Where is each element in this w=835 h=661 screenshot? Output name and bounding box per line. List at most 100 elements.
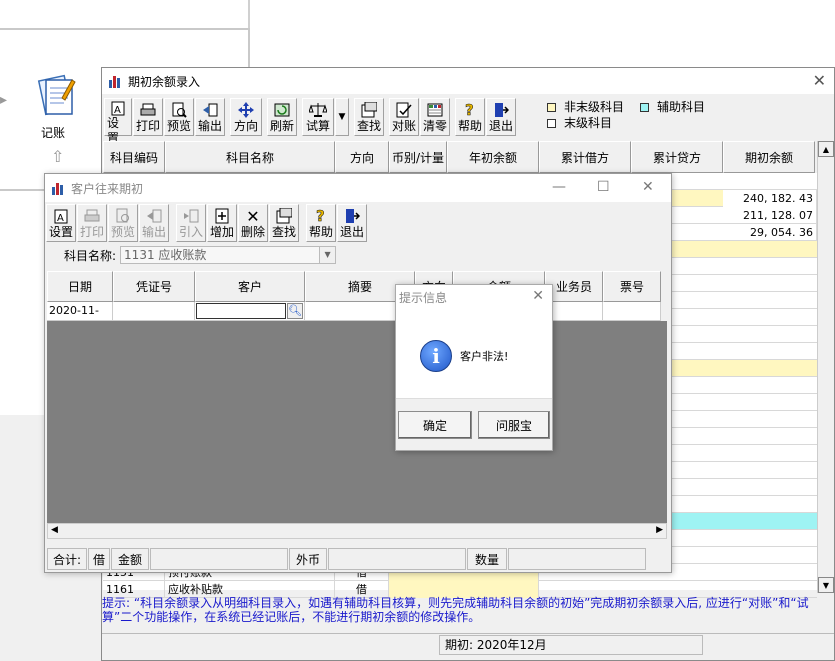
status-period: 期初: 2020年12月 bbox=[439, 635, 703, 655]
toolbar-find-button[interactable]: 查找 bbox=[269, 204, 299, 242]
preview-icon bbox=[170, 101, 188, 119]
col-salesperson[interactable]: 业务员 bbox=[545, 271, 603, 302]
customer-input[interactable] bbox=[196, 303, 286, 319]
app-chart-icon bbox=[109, 76, 120, 88]
app-chart-icon bbox=[52, 183, 63, 195]
reconcile-icon bbox=[395, 101, 413, 119]
col-direction[interactable]: 方向 bbox=[335, 141, 389, 173]
toolbar-preview-button[interactable]: 预览 bbox=[164, 98, 194, 136]
foreign-currency-value bbox=[328, 548, 466, 570]
toolbar-settings-button[interactable]: A 设置 bbox=[104, 98, 132, 145]
col-currency-unit[interactable]: 币别/计量 bbox=[389, 141, 447, 173]
clear-grid-icon bbox=[426, 101, 444, 119]
toolbar-help-button[interactable]: ? 帮助 bbox=[306, 204, 336, 242]
minimize-icon[interactable]: — bbox=[552, 179, 566, 195]
toolbar-import-button[interactable]: 引入 bbox=[176, 204, 206, 242]
col-cumulative-credit[interactable]: 累计贷方 bbox=[631, 141, 723, 173]
info-icon: i bbox=[420, 340, 452, 372]
total-amount-value bbox=[150, 548, 288, 570]
toolbar-clear-button[interactable]: 清零 bbox=[420, 98, 450, 136]
col-customer[interactable]: 客户 bbox=[195, 271, 305, 302]
scroll-left-icon[interactable]: ◀ bbox=[51, 525, 58, 535]
salesperson-cell[interactable] bbox=[545, 302, 603, 321]
close-icon[interactable]: ✕ bbox=[813, 71, 826, 90]
opening-balance-cell[interactable]: 240, 182. 43 bbox=[723, 190, 817, 207]
search-icon[interactable]: 🔍︎ bbox=[287, 303, 303, 319]
subject-value: 1131 应收账款 bbox=[124, 248, 207, 262]
ask-service-button[interactable]: 问服宝 bbox=[478, 411, 550, 439]
ledger-document-icon[interactable] bbox=[34, 72, 76, 120]
toolbar-find-button[interactable]: 查找 bbox=[354, 98, 384, 136]
toolbar-exit-button[interactable]: 退出 bbox=[486, 98, 516, 136]
dialog-message: 客户非法! bbox=[460, 350, 509, 363]
jizhang-label[interactable]: 记账 bbox=[41, 124, 65, 141]
toolbar-export-button[interactable]: 输出 bbox=[195, 98, 225, 136]
ticket-cell[interactable] bbox=[603, 302, 661, 321]
hint-text: 提示: “科目余额录入从明细科目录入，如遇有辅助科目核算，则先完成辅助科目余额的… bbox=[102, 596, 809, 624]
exit-door-icon bbox=[492, 101, 510, 119]
legend-leaf: 末级科目 bbox=[564, 116, 613, 130]
legend-swatch-non-leaf bbox=[547, 103, 556, 112]
chevron-down-icon[interactable]: ▼ bbox=[319, 247, 336, 263]
export-icon bbox=[145, 207, 163, 225]
toolbar-preview-button[interactable]: 预览 bbox=[108, 204, 138, 242]
flow-arrow-right-icon: ▸ bbox=[0, 92, 8, 108]
balance-grid-scrollbar[interactable]: ▲ ▼ bbox=[817, 141, 834, 593]
opening-balance-cell[interactable]: 29, 054. 36 bbox=[723, 224, 817, 241]
quantity-value bbox=[508, 548, 646, 570]
toolbar-add-button[interactable]: 增加 bbox=[207, 204, 237, 242]
maximize-icon[interactable]: ☐ bbox=[597, 179, 610, 195]
col-opening-balance[interactable]: 期初余额 bbox=[723, 141, 815, 173]
toolbar-delete-button[interactable]: ✕ 删除 bbox=[238, 204, 268, 242]
ok-button[interactable]: 确定 bbox=[398, 411, 472, 439]
customer-toolbar: A 设置 打印 预览 输出 引入 增加 ✕ 删除 查找 ? 帮助 退出 bbox=[46, 204, 368, 244]
scroll-up-icon[interactable]: ▲ bbox=[818, 141, 834, 157]
toolbar-print-button[interactable]: 打印 bbox=[133, 98, 163, 136]
date-cell[interactable]: 2020-11-30 bbox=[47, 302, 113, 335]
find-icon bbox=[360, 101, 378, 119]
add-icon bbox=[213, 207, 231, 225]
quantity-label: 数量 bbox=[467, 548, 507, 570]
printer-icon bbox=[139, 101, 157, 119]
toolbar-print-button[interactable]: 打印 bbox=[77, 204, 107, 242]
customer-grid-hscrollbar[interactable]: ◀ ▶ bbox=[47, 523, 667, 539]
total-label: 合计: bbox=[47, 548, 87, 570]
toolbar-settings-button[interactable]: A 设置 bbox=[46, 204, 76, 242]
settings-icon: A bbox=[109, 101, 127, 116]
col-account-code[interactable]: 科目编码 bbox=[103, 141, 165, 173]
col-year-begin-balance[interactable]: 年初余额 bbox=[447, 141, 539, 173]
customer-grid-header: 日期 凭证号 客户 摘要 方向 金额 业务员 票号 bbox=[47, 271, 661, 302]
dialog-title: 提示信息 bbox=[399, 291, 448, 305]
import-icon bbox=[182, 207, 200, 225]
help-icon: ? bbox=[461, 101, 479, 119]
status-bar: 期初: 2020年12月 bbox=[102, 633, 834, 655]
customer-opening-window: 客户往来期初 — ☐ ✕ A 设置 打印 预览 输出 引入 增加 ✕ 删除 查找 ?… bbox=[44, 173, 672, 573]
close-icon[interactable]: ✕ bbox=[532, 288, 544, 304]
subject-select[interactable]: 1131 应收账款 ▼ bbox=[120, 246, 337, 264]
toolbar-export-button[interactable]: 输出 bbox=[139, 204, 169, 242]
close-icon[interactable]: ✕ bbox=[642, 179, 654, 195]
scroll-right-icon[interactable]: ▶ bbox=[656, 525, 663, 535]
find-icon bbox=[275, 207, 293, 225]
col-ticket-no[interactable]: 票号 bbox=[603, 271, 661, 302]
total-amount-label: 金额 bbox=[111, 548, 149, 570]
toolbar-reconcile-button[interactable]: 对账 bbox=[389, 98, 419, 136]
legend-non-leaf: 非末级科目 bbox=[564, 100, 625, 114]
col-cumulative-debit[interactable]: 累计借方 bbox=[539, 141, 631, 173]
subject-row: 科目名称: 1131 应收账款 ▼ bbox=[64, 246, 337, 264]
col-voucher-no[interactable]: 凭证号 bbox=[113, 271, 195, 302]
col-account-name[interactable]: 科目名称 bbox=[165, 141, 335, 173]
voucher-cell[interactable] bbox=[113, 302, 195, 321]
col-date[interactable]: 日期 bbox=[47, 271, 113, 302]
table-row[interactable]: 2020-11-30 🔍︎ bbox=[47, 302, 661, 335]
main-toolbar: A 设置 打印 预览 输出 方向 刷新 试算 ▼ 查找 对账 清零 ? 帮助 退出 bbox=[104, 98, 517, 145]
toolbar-help-button[interactable]: ? 帮助 bbox=[455, 98, 485, 136]
toolbar-refresh-button[interactable]: 刷新 bbox=[267, 98, 297, 136]
toolbar-direction-button[interactable]: 方向 bbox=[230, 98, 262, 136]
scroll-down-icon[interactable]: ▼ bbox=[818, 577, 834, 593]
customer-cell[interactable]: 🔍︎ bbox=[195, 302, 305, 321]
toolbar-trial-balance-button[interactable]: 试算 bbox=[302, 98, 334, 136]
opening-balance-cell[interactable]: 211, 128. 07 bbox=[723, 207, 817, 224]
toolbar-exit-button[interactable]: 退出 bbox=[337, 204, 367, 242]
trial-dropdown-button[interactable]: ▼ bbox=[335, 98, 349, 136]
